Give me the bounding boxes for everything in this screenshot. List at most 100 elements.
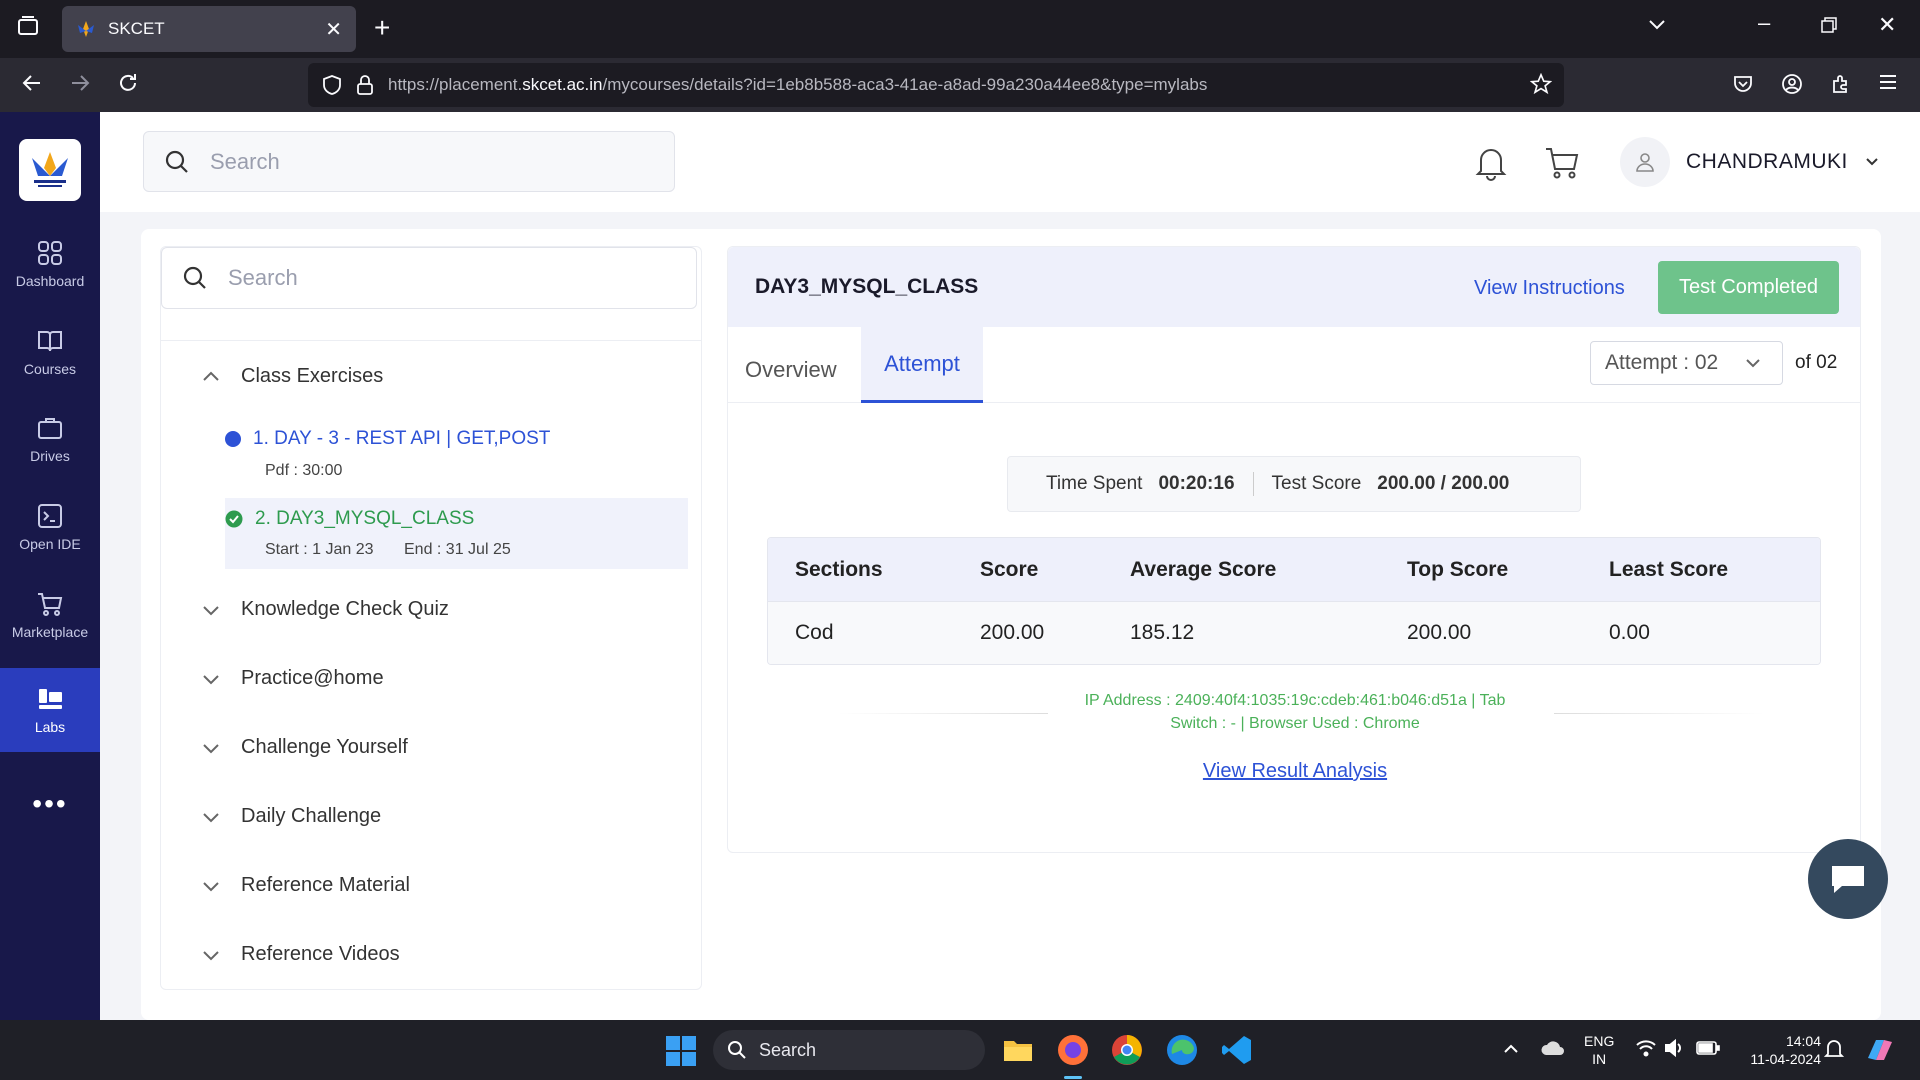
attempt-select-value: Attempt : 02 xyxy=(1605,351,1719,374)
list-all-tabs-icon[interactable] xyxy=(1647,14,1667,40)
shield-icon[interactable] xyxy=(322,74,342,101)
browser-titlebar: SKCET ✕ + – ✕ xyxy=(0,0,1920,58)
input-language[interactable]: ENG IN xyxy=(1584,1032,1614,1068)
pocket-icon[interactable] xyxy=(1732,73,1754,101)
section-label: Knowledge Check Quiz xyxy=(241,598,449,620)
sidebar-item-labs[interactable]: Labs xyxy=(0,668,100,752)
section-label: Challenge Yourself xyxy=(241,736,408,758)
sidebar-item-dashboard[interactable]: Dashboard xyxy=(0,222,100,306)
menu-icon[interactable] xyxy=(1878,72,1898,98)
exercise-item-mysql-class[interactable]: 2. DAY3_MYSQL_CLASS xyxy=(225,508,474,530)
onedrive-icon[interactable] xyxy=(1541,1040,1565,1061)
view-instructions-link[interactable]: View Instructions xyxy=(1474,277,1625,300)
chat-button[interactable] xyxy=(1808,839,1888,919)
test-title: DAY3_MYSQL_CLASS xyxy=(755,275,979,298)
section-reference-videos[interactable]: Reference Videos xyxy=(201,943,400,966)
chevron-down-icon xyxy=(1866,158,1878,166)
tab-list-icon[interactable] xyxy=(16,14,40,44)
close-window-icon[interactable]: ✕ xyxy=(1878,12,1896,38)
lock-icon[interactable] xyxy=(356,74,374,101)
edge-icon[interactable] xyxy=(1166,1034,1198,1071)
bell-icon[interactable] xyxy=(1474,145,1508,186)
test-score-value: 200.00 / 200.00 xyxy=(1377,473,1510,494)
os-taskbar: Search ENG IN 14:04 11-04-2024 xyxy=(0,1020,1920,1080)
clock[interactable]: 14:04 11-04-2024 xyxy=(1735,1032,1821,1068)
test-completed-button[interactable]: Test Completed xyxy=(1658,261,1839,314)
volume-icon[interactable] xyxy=(1664,1038,1686,1063)
new-tab-icon[interactable]: + xyxy=(374,12,390,44)
divider xyxy=(838,713,1048,714)
exercise-meta: Pdf : 30:00 xyxy=(265,462,343,479)
windows-start-icon[interactable] xyxy=(666,1036,696,1071)
chevron-down-icon xyxy=(203,743,219,753)
section-label: Class Exercises xyxy=(241,365,384,387)
attempt-select[interactable]: Attempt : 02 xyxy=(1590,341,1783,385)
sidebar-item-label: Drives xyxy=(30,448,70,464)
sidebar-item-drives[interactable]: Drives xyxy=(0,397,100,481)
back-icon[interactable] xyxy=(20,71,44,101)
notification-bell-icon[interactable] xyxy=(1823,1038,1845,1065)
show-hidden-icons-icon[interactable] xyxy=(1502,1040,1520,1063)
chrome-icon[interactable] xyxy=(1111,1034,1143,1071)
cell-section: Cod xyxy=(795,621,834,644)
browser-used-line: Switch : - | Browser Used : Chrome xyxy=(1170,715,1420,732)
section-reference-material[interactable]: Reference Material xyxy=(201,874,410,897)
section-label: Daily Challenge xyxy=(241,805,382,827)
time: 14:04 xyxy=(1785,1033,1821,1049)
copilot-icon[interactable] xyxy=(1864,1034,1896,1071)
chevron-down-icon xyxy=(1746,359,1760,368)
minimize-icon[interactable]: – xyxy=(1758,10,1770,36)
wifi-icon[interactable] xyxy=(1635,1038,1657,1063)
tab-attempt[interactable]: Attempt xyxy=(861,327,983,403)
header-search-input[interactable]: Search xyxy=(143,131,675,192)
test-stats: Time Spent 00:20:16 Test Score 200.00 / … xyxy=(1007,456,1581,512)
language-code: ENG xyxy=(1584,1033,1615,1049)
url-domain: skcet.ac.in xyxy=(522,75,603,94)
user-menu[interactable]: CHANDRAMUKI xyxy=(1620,137,1880,187)
more-icon[interactable]: ••• xyxy=(0,784,100,824)
sri-krishna-logo[interactable] xyxy=(19,139,81,201)
sidebar-item-open-ide[interactable]: Open IDE xyxy=(0,485,100,569)
view-result-analysis-link[interactable]: View Result Analysis xyxy=(728,760,1862,783)
battery-icon[interactable] xyxy=(1696,1040,1720,1061)
section-challenge-yourself[interactable]: Challenge Yourself xyxy=(201,736,408,759)
reload-icon[interactable] xyxy=(116,71,140,101)
close-tab-icon[interactable]: ✕ xyxy=(325,17,342,42)
bookmark-star-icon[interactable] xyxy=(1529,72,1553,100)
terminal-icon xyxy=(38,504,62,528)
exercise-start: Start : 1 Jan 23 xyxy=(265,541,374,558)
section-class-exercises[interactable]: Class Exercises xyxy=(201,365,383,388)
attempt-total: of 02 xyxy=(1795,352,1838,373)
url-path: /mycourses/details?id=1eb8b588-aca3-41ae… xyxy=(602,75,1208,94)
browser-tab[interactable]: SKCET ✕ xyxy=(62,6,356,52)
score-table: Sections Score Average Score Top Score L… xyxy=(767,537,1821,665)
cell-average-score: 185.12 xyxy=(1130,621,1195,644)
cart-icon[interactable] xyxy=(1544,145,1580,186)
chevron-down-icon xyxy=(203,881,219,891)
test-detail-panel: DAY3_MYSQL_CLASS View Instructions Test … xyxy=(727,246,1861,853)
tab-overview[interactable]: Overview xyxy=(745,357,837,383)
taskbar-search[interactable]: Search xyxy=(713,1030,985,1070)
firefox-icon[interactable] xyxy=(1056,1033,1090,1072)
vscode-icon[interactable] xyxy=(1221,1034,1253,1071)
sidebar-item-marketplace[interactable]: Marketplace xyxy=(0,573,100,657)
chevron-up-icon xyxy=(203,371,219,381)
extensions-icon[interactable] xyxy=(1830,73,1852,101)
taskbar-search-label: Search xyxy=(759,1039,817,1060)
address-bar[interactable]: https://placement. skcet.ac.in/mycourses/… xyxy=(308,63,1564,107)
sidebar-item-courses[interactable]: Courses xyxy=(0,310,100,394)
section-knowledge-check-quiz[interactable]: Knowledge Check Quiz xyxy=(201,598,449,621)
outline-search-input[interactable]: Search xyxy=(161,247,697,309)
exercise-end: End : 31 Jul 25 xyxy=(404,541,511,558)
file-explorer-icon[interactable] xyxy=(1002,1035,1034,1070)
forward-icon[interactable] xyxy=(68,71,92,101)
restore-icon[interactable] xyxy=(1820,14,1838,40)
cart-icon xyxy=(38,593,63,616)
divider xyxy=(1252,472,1254,496)
section-daily-challenge[interactable]: Daily Challenge xyxy=(201,805,381,828)
exercise-title: 1. DAY - 3 - REST API | GET,POST xyxy=(253,428,551,449)
section-practice-at-home[interactable]: Practice@home xyxy=(201,667,384,690)
exercise-item-rest-api[interactable]: 1. DAY - 3 - REST API | GET,POST xyxy=(225,428,550,450)
cell-top-score: 200.00 xyxy=(1407,621,1472,644)
account-icon[interactable] xyxy=(1781,73,1803,101)
